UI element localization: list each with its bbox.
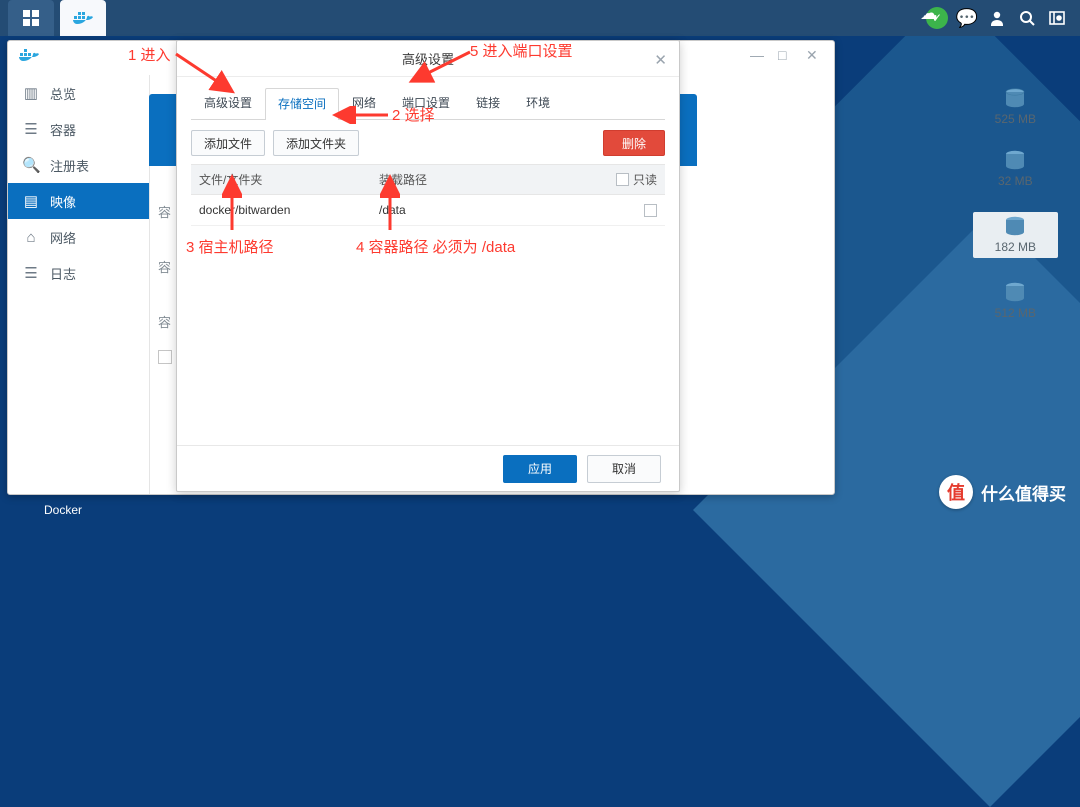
size-item[interactable]: 525 MB (995, 88, 1036, 126)
col-mount: 装载路径 (371, 165, 601, 194)
apps-tab[interactable] (8, 0, 54, 36)
image-size-list: 525 MB 32 MB 182 MB 512 MB (973, 88, 1058, 320)
readonly-header-checkbox[interactable] (616, 173, 629, 186)
size-item[interactable]: 32 MB (998, 150, 1033, 188)
cloud-status-icon[interactable]: ✓ (922, 0, 952, 36)
row-readonly-checkbox[interactable] (644, 204, 657, 217)
apply-button[interactable]: 应用 (503, 455, 577, 483)
log-icon: ☰ (22, 264, 40, 282)
dialog-title-text: 高级设置 (402, 49, 454, 68)
disk-icon (1004, 88, 1026, 108)
tab-links[interactable]: 链接 (463, 87, 513, 119)
size-item[interactable]: 182 MB (973, 212, 1058, 258)
image-icon: ▤ (22, 192, 40, 210)
user-icon[interactable] (982, 0, 1012, 36)
cancel-button[interactable]: 取消 (587, 455, 661, 483)
size-label: 32 MB (998, 174, 1033, 188)
window-close-icon[interactable]: ✕ (806, 47, 824, 61)
container-icon: ☰ (22, 120, 40, 138)
dialog-toolbar: 添加文件 添加文件夹 删除 (177, 120, 679, 164)
sidebar-item-network[interactable]: ⌂ 网络 (8, 219, 149, 255)
overview-icon: ▥ (22, 84, 40, 102)
sidebar-item-registry[interactable]: 🔍 注册表 (8, 147, 149, 183)
tab-advanced[interactable]: 高级设置 (191, 87, 265, 119)
registry-icon: 🔍 (22, 156, 40, 174)
row-mount-path[interactable]: /data (371, 195, 601, 225)
widgets-icon[interactable] (1042, 0, 1072, 36)
col-readonly: 只读 (601, 165, 665, 194)
background-list-fragment: 容容容 (158, 198, 178, 338)
sidebar-item-container[interactable]: ☰ 容器 (8, 111, 149, 147)
background-checkbox-fragment (158, 350, 172, 364)
watermark-text: 什么值得买 (981, 480, 1066, 505)
tab-network[interactable]: 网络 (339, 87, 389, 119)
volume-table-header: 文件/文件夹 装载路径 只读 (191, 164, 665, 195)
sidebar-item-label: 网络 (50, 228, 76, 247)
docker-logo-icon (18, 47, 40, 68)
sidebar-item-label: 注册表 (50, 156, 89, 175)
disk-icon (1004, 216, 1026, 236)
sidebar-item-log[interactable]: ☰ 日志 (8, 255, 149, 291)
search-icon[interactable] (1012, 0, 1042, 36)
tab-env[interactable]: 环境 (513, 87, 563, 119)
delete-button[interactable]: 删除 (603, 130, 665, 156)
window-minimize-icon[interactable]: — (750, 47, 768, 61)
add-file-button[interactable]: 添加文件 (191, 130, 265, 156)
window-maximize-icon[interactable]: □ (778, 47, 796, 61)
sidebar-item-label: 总览 (50, 84, 76, 103)
sidebar-item-overview[interactable]: ▥ 总览 (8, 75, 149, 111)
tab-port[interactable]: 端口设置 (389, 87, 463, 119)
system-topbar: ✓ 💬 (0, 0, 1080, 36)
dialog-footer: 应用 取消 (177, 445, 679, 491)
col-path: 文件/文件夹 (191, 165, 371, 194)
size-label: 512 MB (995, 306, 1036, 320)
taskbar-docker-label[interactable]: Docker (44, 503, 82, 517)
row-host-path[interactable]: docker/bitwarden (191, 195, 371, 225)
size-item[interactable]: 512 MB (995, 282, 1036, 320)
advanced-settings-dialog: 高级设置 ✕ 高级设置 存储空间 网络 端口设置 链接 环境 添加文件 添加文件… (176, 40, 680, 492)
docker-sidebar: ▥ 总览 ☰ 容器 🔍 注册表 ▤ 映像 ⌂ 网络 ☰ 日志 (8, 75, 150, 494)
sidebar-item-image[interactable]: ▤ 映像 (8, 183, 149, 219)
add-folder-button[interactable]: 添加文件夹 (273, 130, 359, 156)
volume-row[interactable]: docker/bitwarden /data (191, 195, 665, 226)
sidebar-item-label: 日志 (50, 264, 76, 283)
size-label: 525 MB (995, 112, 1036, 126)
dialog-title: 高级设置 ✕ (177, 41, 679, 77)
watermark: 值 什么值得买 (939, 475, 1066, 509)
disk-icon (1004, 282, 1026, 302)
size-label: 182 MB (995, 240, 1036, 254)
tab-volume[interactable]: 存储空间 (265, 88, 339, 120)
disk-icon (1004, 150, 1026, 170)
docker-tab[interactable] (60, 0, 106, 36)
sidebar-item-label: 容器 (50, 120, 76, 139)
watermark-badge: 值 (939, 475, 973, 509)
chat-icon[interactable]: 💬 (952, 0, 982, 36)
dialog-tabs: 高级设置 存储空间 网络 端口设置 链接 环境 (177, 77, 679, 119)
network-icon: ⌂ (22, 229, 40, 246)
sidebar-item-label: 映像 (50, 192, 76, 211)
dialog-close-icon[interactable]: ✕ (654, 51, 667, 69)
